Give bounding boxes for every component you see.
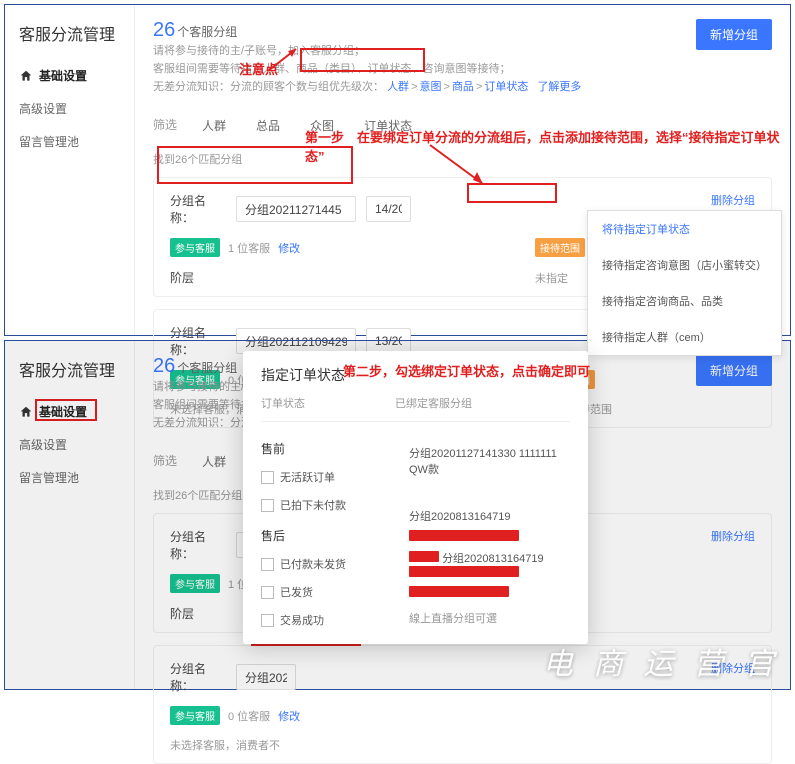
screenshot-panel-1: 客服分流管理 基础设置 高级设置 留言管理池 26个客服分组 请将参与接待的主/… [4,4,791,336]
order-status-modal: 指定订单状态 订单状态 已绑定客服分组 售前 无活跃订单 已拍下未付款 售后 已… [243,351,588,644]
add-scope-dropdown: 将待指定订单状态 接待指定咨询意图（店小蜜转交） 接待指定咨询商品、品类 接待指… [587,210,782,356]
desc-line-1: 请将参与接待的主/子账号，加入客服分组； [153,42,581,60]
main-content: 26个客服分组 请将参与接待的主/子账号，加入客服分组； 客服组间需要等待指定人… [135,5,790,335]
delete-group-link[interactable]: 删除分组 [711,660,755,676]
delete-group-link[interactable]: 删除分组 [711,192,755,208]
screenshot-panel-2: 客服分流管理 基础设置 高级设置 留言管理池 26个客服分组 请将参与接待的主/… [4,340,791,690]
checkbox-paid-unshipped[interactable]: 已付款未发货 [261,550,391,578]
delete-group-link[interactable]: 删除分组 [711,528,755,544]
modal-col-status: 订单状态 [261,395,305,411]
checkbox-icon [261,614,274,627]
postsale-header: 售后 [261,527,391,544]
annotation-step2: 第二步，勾选绑定订单状态，点击确定即可 [343,361,590,380]
annotation-step1: 第一步 在要绑定订单分流的分流组后，点击添加接待范围，选择“接待指定订单状态” [305,127,790,165]
group-card-2: 分组名称： 删除分组 参与客服 0 位客服 修改 未选择客服，消费者不 [153,645,772,764]
redacted-text [409,566,519,577]
sidebar-item-label: 基础设置 [39,67,87,84]
checkbox-shipped[interactable]: 已发货 [261,578,391,606]
group-name-input[interactable] [236,196,356,222]
staff-tag: 参与客服 [170,706,220,725]
home-icon [19,405,33,419]
new-group-button[interactable]: 新增分组 [696,19,772,50]
priority-crumb[interactable]: 人群>意图>商品>订单状态 了解更多 [387,81,581,93]
modal-footer-hint: 線上直播分组可選 [409,610,570,626]
modify-link[interactable]: 修改 [278,708,300,724]
redacted-text [409,586,509,597]
bound-group-2: 分组2020813164719 [409,508,570,524]
sidebar-item-label: 高级设置 [19,436,67,453]
desc-line-2: 客服组间需要等待指定人群、商品（类目）、订单状态、咨询意图等接待； [153,60,581,78]
sidebar-item-basic[interactable]: 基础设置 [5,395,134,428]
staff-count: 1 位客服 [228,240,270,256]
group-count-suffix: 个客服分组 [177,25,237,39]
redacted-text [409,551,439,562]
group-count: 26 [153,19,175,41]
checkbox-ordered-unpaid[interactable]: 已拍下未付款 [261,491,391,519]
sidebar-item-message-pool[interactable]: 留言管理池 [5,125,134,158]
sidebar-item-advanced[interactable]: 高级设置 [5,428,134,461]
sidebar-item-basic[interactable]: 基础设置 [5,59,134,92]
sidebar-item-label: 留言管理池 [19,133,79,150]
group-name-input[interactable] [236,664,296,690]
page-title: 客服分流管理 [5,351,134,395]
checkbox-icon [261,558,274,571]
sidebar: 客服分流管理 基础设置 高级设置 留言管理池 [5,341,135,689]
checkbox-no-active-order[interactable]: 无活跃订单 [261,463,391,491]
staff-tag: 参与客服 [170,574,220,593]
modal-left-column: 售前 无活跃订单 已拍下未付款 售后 已付款未发货 已发货 交易成功 [261,432,391,634]
filter-label: 筛选 [153,110,187,141]
modal-right-column: 分组20201127141330 1111111 QW款 分组202081316… [409,432,570,634]
filter-opt-crowd[interactable]: 人群 [187,446,241,477]
group-count: 26 [153,355,175,377]
checkbox-icon [261,499,274,512]
redacted-text [409,530,519,541]
filter-opt-product[interactable]: 总品 [241,110,295,141]
group-name-label: 分组名称： [170,192,226,226]
learn-more-link[interactable]: 了解更多 [537,81,581,93]
sidebar: 客服分流管理 基础设置 高级设置 留言管理池 [5,5,135,335]
filter-opt-crowd[interactable]: 人群 [187,110,241,141]
checkbox-icon [261,471,274,484]
sidebar-item-label: 留言管理池 [19,469,79,486]
checkbox-icon [261,586,274,599]
annotation-attention: 注意点 [239,59,278,78]
dd-item-intent[interactable]: 接待指定咨询意图（店小蜜转交） [588,247,781,283]
new-group-button[interactable]: 新增分组 [696,355,772,386]
scope-tag: 接待范围 [535,238,585,257]
page-title: 客服分流管理 [5,15,134,59]
sidebar-item-label: 高级设置 [19,100,67,117]
desc-line-3: 无差分流知识：分流的顾客个数与组优先级次： 人群>意图>商品>订单状态 了解更多 [153,78,581,96]
sidebar-item-label: 基础设置 [39,403,87,420]
sidebar-item-message-pool[interactable]: 留言管理池 [5,461,134,494]
dd-item-product[interactable]: 接待指定咨询商品、品类 [588,283,781,319]
modal-col-bound: 已绑定客服分组 [395,395,472,411]
bound-group-3: 分组2020813164719 [442,553,544,565]
modify-link[interactable]: 修改 [278,240,300,256]
bound-group-1: 分组20201127141330 1111111 QW款 [409,446,570,478]
group-capacity-input[interactable] [366,196,411,222]
sidebar-item-advanced[interactable]: 高级设置 [5,92,134,125]
home-icon [19,69,33,83]
dd-item-order-status[interactable]: 将待指定订单状态 [588,211,781,247]
checkbox-complete[interactable]: 交易成功 [261,606,391,634]
dd-item-crowd[interactable]: 接待指定人群（cem） [588,319,781,355]
tier-label: 阶层 [170,269,226,286]
staff-tag: 参与客服 [170,238,220,257]
presale-header: 售前 [261,440,391,457]
